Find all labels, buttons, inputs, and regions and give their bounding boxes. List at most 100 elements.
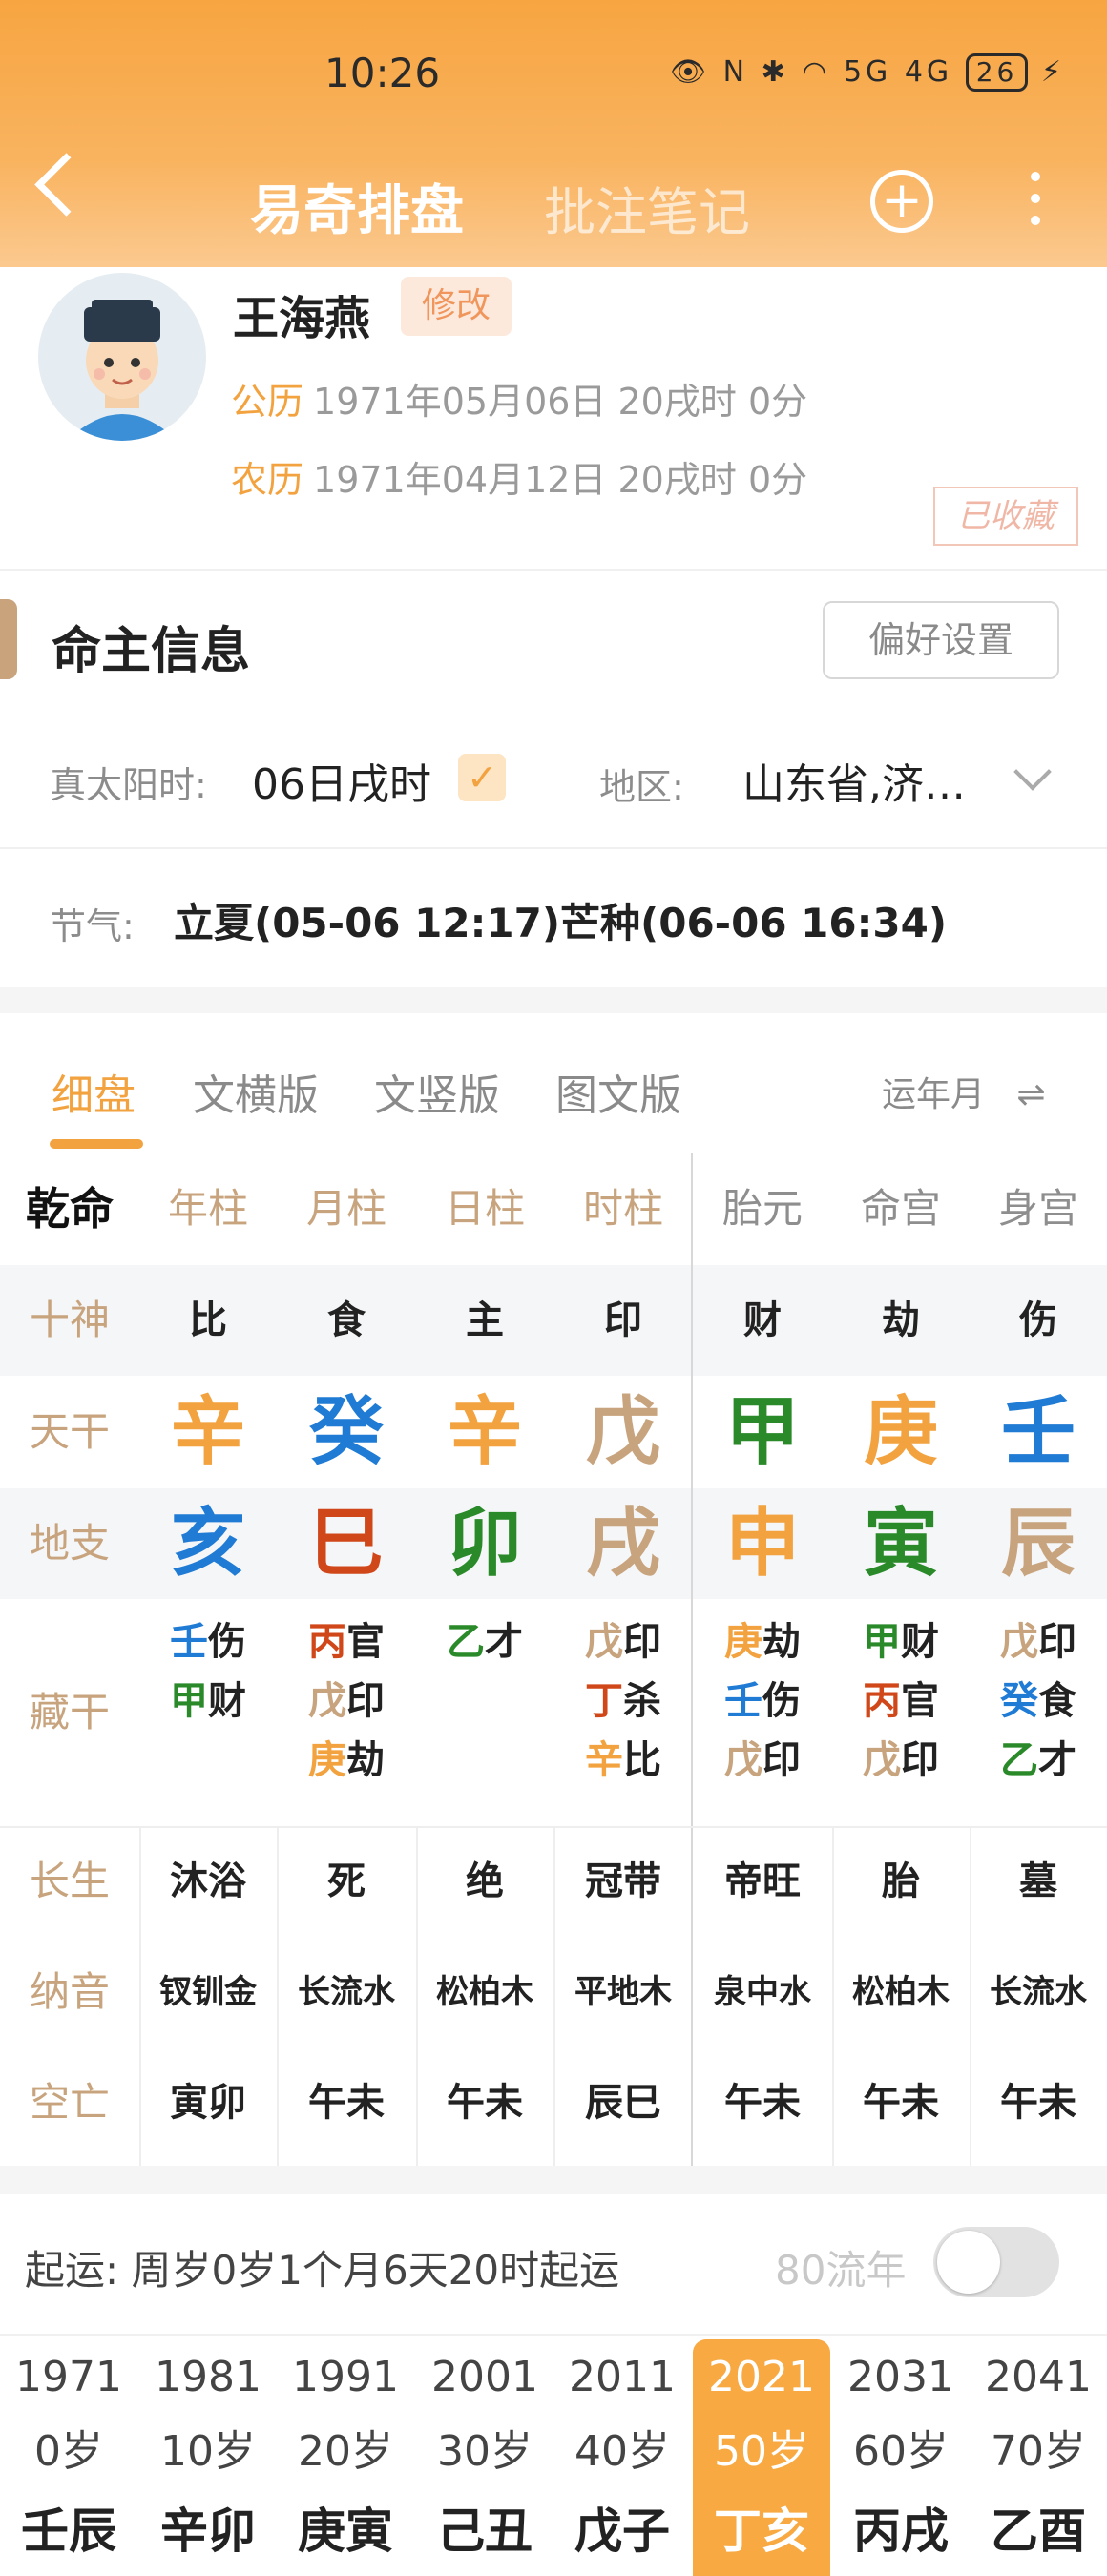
tiangan-cell: 辛 [170, 1389, 245, 1475]
kongwang-cell: 午未 [724, 2081, 801, 2125]
canggan-item: 甲财 [139, 1672, 277, 1731]
canggan-shishen: 财 [901, 1620, 939, 1664]
table-corner: 乾命 [26, 1183, 114, 1235]
tiangan-cell: 庚 [863, 1389, 938, 1475]
tab-notes[interactable]: 批注笔记 [544, 170, 750, 245]
divider [0, 569, 1107, 571]
tiangan-cell: 辛 [447, 1389, 522, 1475]
dayun-item[interactable]: 1981 10岁 辛卯 [139, 2339, 277, 2576]
tab-paipan[interactable]: 易奇排盘 [250, 168, 464, 245]
dayun-item[interactable]: 1971 0岁 壬辰 [0, 2339, 137, 2576]
lunar-value: 1971年04月12日 20戌时 0分 [313, 459, 808, 501]
true-solar-value[interactable]: 06日戌时 [252, 750, 431, 811]
changsheng-cell: 冠带 [585, 1859, 661, 1903]
dizhi-cell: 寅 [863, 1501, 938, 1587]
section-gap [0, 2166, 1107, 2194]
dayun-item[interactable]: 2021 50岁丁亥 [693, 2339, 830, 2576]
dayun-age: 50岁 [714, 2427, 809, 2476]
tab-wen-heng[interactable]: 文横版 [193, 1061, 319, 1122]
canggan-stem: 丙 [863, 1679, 901, 1723]
section-title: 命主信息 [52, 623, 251, 680]
canggan-shishen: 比 [623, 1738, 661, 1782]
jieqi-label: 节气: [50, 905, 135, 947]
column-divider [416, 1826, 418, 2166]
true-solar-label: 真太阳时: [50, 764, 207, 806]
dizhi-cell: 申 [724, 1501, 800, 1587]
status-signal-icons: 👁 N ✱ ◠ 5G 4G [669, 55, 953, 89]
dayun-ganzhi: 壬辰 [21, 2503, 116, 2559]
canggan-item: 丙官 [277, 1612, 416, 1672]
canggan-shishen: 财 [208, 1679, 246, 1723]
solar-label: 公历 [231, 381, 304, 423]
canggan-stem: 庚 [724, 1620, 762, 1664]
preference-settings-button[interactable]: 偏好设置 [823, 601, 1059, 679]
column-divider [277, 1826, 279, 2166]
dayun-year: 1991 [292, 2353, 399, 2401]
dayun-ganzhi: 庚寅 [298, 2503, 393, 2559]
canggan-shishen: 食 [1038, 1679, 1076, 1723]
canggan-shishen: 官 [346, 1620, 385, 1664]
dayun-ganzhi: 戊子 [574, 2503, 670, 2559]
chevron-down-icon[interactable] [1013, 753, 1052, 791]
shishen-cell: 主 [466, 1298, 504, 1342]
collected-stamp: 已收藏 [933, 487, 1078, 546]
canggan-stem: 庚 [308, 1738, 346, 1782]
checkbox-checked-icon[interactable]: ✓ [458, 754, 506, 801]
canggan-stem: 甲 [170, 1679, 208, 1723]
tab-wen-shu[interactable]: 文竖版 [374, 1061, 500, 1122]
column-header: 年柱 [167, 1185, 248, 1232]
status-time: 10:26 [324, 50, 441, 96]
dayun-year: 2021 [708, 2353, 815, 2401]
yun-nian-yue-switch[interactable]: 运年月 ⇌ [882, 1067, 1046, 1116]
canggan-item: 癸食 [970, 1672, 1107, 1731]
liunian-label: 80流年 [775, 2247, 907, 2294]
nayin-cell: 松柏木 [852, 1973, 950, 2011]
canggan-item: 戊印 [554, 1612, 693, 1672]
dayun-item[interactable]: 2041 70岁 乙酉 [970, 2339, 1107, 2576]
dayun-item[interactable]: 1991 20岁 庚寅 [277, 2339, 414, 2576]
canggan-item: 甲财 [832, 1612, 970, 1672]
more-vertical-icon[interactable] [1031, 172, 1040, 238]
kongwang-cell: 午未 [863, 2081, 939, 2125]
row-label: 空亡 [29, 2079, 110, 2126]
qiyun-text: 起运: 周岁0岁1个月6天20时起运 [25, 2247, 620, 2294]
canggan-stem: 甲 [863, 1620, 901, 1664]
canggan-stem: 丁 [585, 1679, 623, 1723]
section-gap [0, 987, 1107, 1013]
dayun-item[interactable]: 2031 60岁 丙戌 [832, 2339, 970, 2576]
canggan-stem: 壬 [170, 1620, 208, 1664]
dayun-age: 30岁 [437, 2427, 533, 2476]
dayun-item[interactable]: 2011 40岁 戊子 [554, 2339, 691, 2576]
tab-xipan[interactable]: 细盘 [52, 1061, 136, 1122]
canggan-stem: 戊 [585, 1620, 623, 1664]
dayun-item[interactable]: 2001 30岁 己丑 [416, 2339, 554, 2576]
kongwang-cell: 午未 [1000, 2081, 1076, 2125]
canggan-stem: 戊 [308, 1679, 346, 1723]
column-header: 时柱 [582, 1185, 663, 1232]
dayun-ganzhi: 丁亥 [714, 2503, 809, 2559]
canggan-stem: 辛 [585, 1738, 623, 1782]
row-label: 地支 [29, 1520, 110, 1567]
tab-tuwen[interactable]: 图文版 [555, 1061, 681, 1122]
liunian-toggle[interactable] [933, 2227, 1059, 2297]
add-circle-icon[interactable]: + [870, 170, 933, 233]
canggan-shishen: 印 [901, 1738, 939, 1782]
canggan-item: 壬伤 [693, 1672, 832, 1731]
region-select[interactable]: 山东省,济… [742, 750, 966, 811]
dayun-age: 70岁 [991, 2427, 1086, 2476]
row-label: 长生 [29, 1858, 110, 1904]
canggan-item: 乙才 [416, 1612, 554, 1672]
changsheng-cell: 死 [327, 1859, 366, 1903]
column-divider [554, 1826, 555, 2166]
changsheng-cell: 墓 [1019, 1859, 1057, 1903]
nayin-cell: 长流水 [298, 1973, 395, 2011]
kongwang-cell: 辰巳 [585, 2081, 661, 2125]
dayun-ganzhi: 乙酉 [991, 2503, 1086, 2559]
shishen-cell: 印 [604, 1298, 642, 1342]
canggan-stem: 戊 [863, 1738, 901, 1782]
lunar-label: 农历 [231, 459, 304, 501]
divider [0, 2334, 1107, 2336]
canggan-cell: 乙才 [416, 1612, 554, 1672]
column-divider [970, 1826, 971, 2166]
edit-button[interactable]: 修改 [401, 277, 512, 336]
